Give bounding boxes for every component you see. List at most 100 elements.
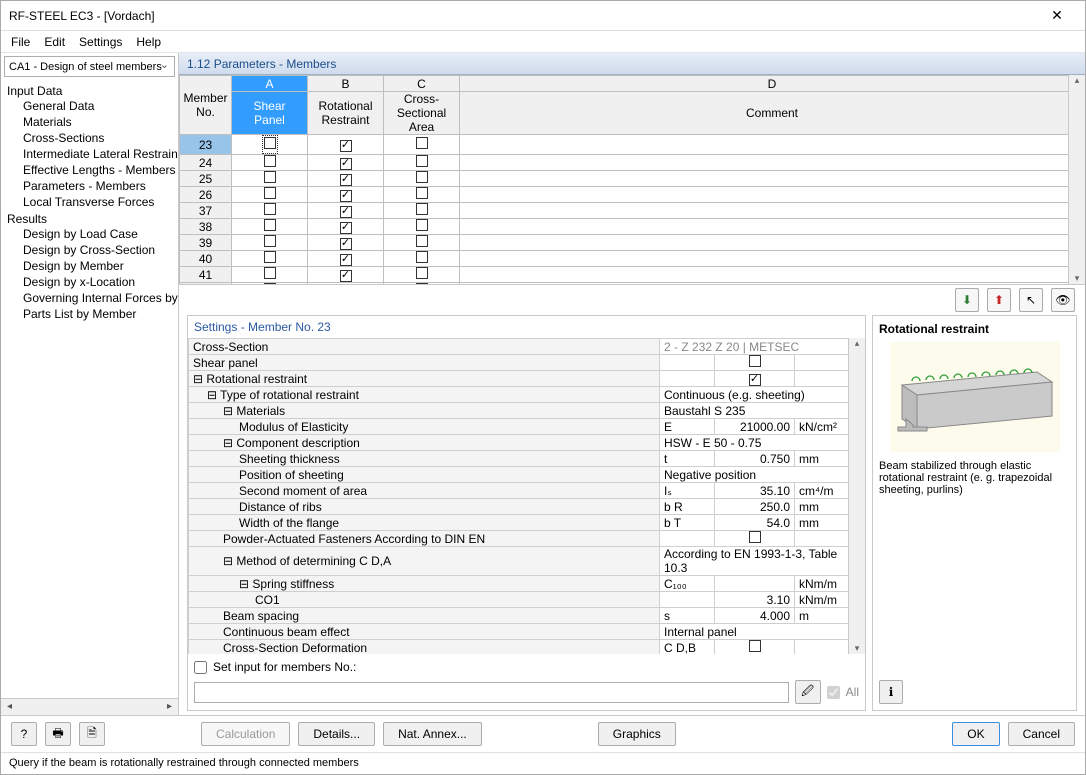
cell-comment[interactable] [460, 135, 1085, 155]
prop-text[interactable]: 2 - Z 232 Z 20 | METSEC [660, 339, 865, 355]
cell-comment[interactable] [460, 187, 1085, 203]
row-header[interactable]: 37 [180, 203, 232, 219]
cell-comment[interactable] [460, 171, 1085, 187]
ok-button[interactable]: OK [952, 722, 999, 746]
prop-text[interactable]: Continuous (e.g. sheeting) [660, 387, 865, 403]
cell-cross-sectional-area[interactable] [384, 135, 460, 155]
cell-rotational-restraint[interactable] [308, 135, 384, 155]
cell-rotational-restraint[interactable] [308, 203, 384, 219]
cell-cross-sectional-area[interactable] [384, 171, 460, 187]
prop-value[interactable]: 3.10 [715, 592, 795, 608]
tree-scroll[interactable] [1, 698, 178, 715]
cell-shear-panel[interactable] [232, 155, 308, 171]
tree-item[interactable]: Governing Internal Forces by Member [7, 290, 176, 306]
prop-checkbox[interactable] [715, 371, 795, 387]
cell-shear-panel[interactable] [232, 267, 308, 283]
cell-shear-panel[interactable] [232, 171, 308, 187]
prop-text[interactable]: Baustahl S 235 [660, 403, 865, 419]
tree-item[interactable]: Effective Lengths - Members [7, 162, 176, 178]
cell-shear-panel[interactable] [232, 203, 308, 219]
menu-help[interactable]: Help [136, 35, 161, 49]
set-input-checkbox[interactable] [194, 661, 207, 674]
nat-annex-button[interactable]: Nat. Annex... [383, 722, 482, 746]
prop-text[interactable]: According to EN 1993-1-3, Table 10.3 [660, 547, 865, 576]
tree-item[interactable]: Design by Cross-Section [7, 242, 176, 258]
cell-comment[interactable] [460, 283, 1085, 286]
prop-value[interactable]: 0.750 [715, 451, 795, 467]
settings-scrollbar[interactable] [848, 338, 865, 654]
prop-checkbox[interactable] [715, 531, 795, 547]
menu-edit[interactable]: Edit [44, 35, 65, 49]
cell-rotational-restraint[interactable] [308, 171, 384, 187]
report-icon[interactable]: 🗎 [79, 722, 105, 746]
cell-cross-sectional-area[interactable] [384, 267, 460, 283]
prop-text[interactable]: HSW - E 50 - 0.75 [660, 435, 865, 451]
view-icon[interactable]: 👁 [1051, 288, 1075, 312]
menu-file[interactable]: File [11, 35, 30, 49]
menu-settings[interactable]: Settings [79, 35, 122, 49]
cell-cross-sectional-area[interactable] [384, 219, 460, 235]
help-icon[interactable]: ? [11, 722, 37, 746]
cell-shear-panel[interactable] [232, 283, 308, 286]
tree-item[interactable]: Design by Member [7, 258, 176, 274]
tree-item[interactable]: Materials [7, 114, 176, 130]
cell-comment[interactable] [460, 251, 1085, 267]
cell-cross-sectional-area[interactable] [384, 235, 460, 251]
prop-value[interactable]: 4.000 [715, 608, 795, 624]
row-header[interactable]: 39 [180, 235, 232, 251]
cell-comment[interactable] [460, 155, 1085, 171]
import-excel-icon[interactable]: ⬆ [987, 288, 1011, 312]
cell-comment[interactable] [460, 203, 1085, 219]
grid-scrollbar[interactable] [1068, 75, 1085, 284]
graphics-button[interactable]: Graphics [598, 722, 676, 746]
cell-shear-panel[interactable] [232, 135, 308, 155]
tree-item[interactable]: Local Transverse Forces [7, 194, 176, 210]
navigator-tree[interactable]: Input DataGeneral DataMaterialsCross-Sec… [1, 80, 178, 698]
tree-item[interactable]: Design by Load Case [7, 226, 176, 242]
cell-shear-panel[interactable] [232, 219, 308, 235]
cell-shear-panel[interactable] [232, 235, 308, 251]
pick-members-icon[interactable]: 🖉 [795, 680, 821, 704]
cell-cross-sectional-area[interactable] [384, 155, 460, 171]
row-header[interactable]: 40 [180, 251, 232, 267]
tree-item[interactable]: Cross-Sections [7, 130, 176, 146]
cell-comment[interactable] [460, 267, 1085, 283]
prop-value[interactable]: 250.0 [715, 499, 795, 515]
row-header[interactable]: 25 [180, 171, 232, 187]
cell-cross-sectional-area[interactable] [384, 187, 460, 203]
cell-rotational-restraint[interactable] [308, 267, 384, 283]
cell-rotational-restraint[interactable] [308, 235, 384, 251]
cell-comment[interactable] [460, 219, 1085, 235]
print-icon[interactable]: 🖶 [45, 722, 71, 746]
cell-cross-sectional-area[interactable] [384, 283, 460, 286]
calculation-button[interactable]: Calculation [201, 722, 290, 746]
tree-item[interactable]: Parts List by Member [7, 306, 176, 322]
tree-item[interactable]: Parameters - Members [7, 178, 176, 194]
members-grid[interactable]: MemberNo.ABCDShearPanelRotationalRestrai… [179, 75, 1085, 285]
row-header[interactable]: 24 [180, 155, 232, 171]
info-icon[interactable]: ℹ [879, 680, 903, 704]
cell-shear-panel[interactable] [232, 251, 308, 267]
row-header[interactable]: 26 [180, 187, 232, 203]
tree-item[interactable]: Intermediate Lateral Restraints [7, 146, 176, 162]
row-header[interactable]: 42 [180, 283, 232, 286]
pick-icon[interactable]: ↖ [1019, 288, 1043, 312]
row-header[interactable]: 38 [180, 219, 232, 235]
case-combo[interactable]: CA1 - Design of steel members [4, 56, 175, 77]
set-input-field[interactable] [194, 682, 789, 703]
cell-rotational-restraint[interactable] [308, 251, 384, 267]
prop-checkbox[interactable] [715, 640, 795, 655]
cancel-button[interactable]: Cancel [1008, 722, 1075, 746]
export-excel-icon[interactable]: ⬇ [955, 288, 979, 312]
prop-value[interactable]: 21000.00 [715, 419, 795, 435]
cell-rotational-restraint[interactable] [308, 187, 384, 203]
cell-rotational-restraint[interactable] [308, 155, 384, 171]
tree-item[interactable]: General Data [7, 98, 176, 114]
close-icon[interactable]: ✕ [1037, 7, 1077, 24]
prop-checkbox[interactable] [715, 355, 795, 371]
cell-cross-sectional-area[interactable] [384, 251, 460, 267]
prop-value[interactable] [715, 576, 795, 592]
prop-text[interactable]: Negative position [660, 467, 865, 483]
prop-value[interactable]: 35.10 [715, 483, 795, 499]
row-header[interactable]: 23 [180, 135, 232, 155]
